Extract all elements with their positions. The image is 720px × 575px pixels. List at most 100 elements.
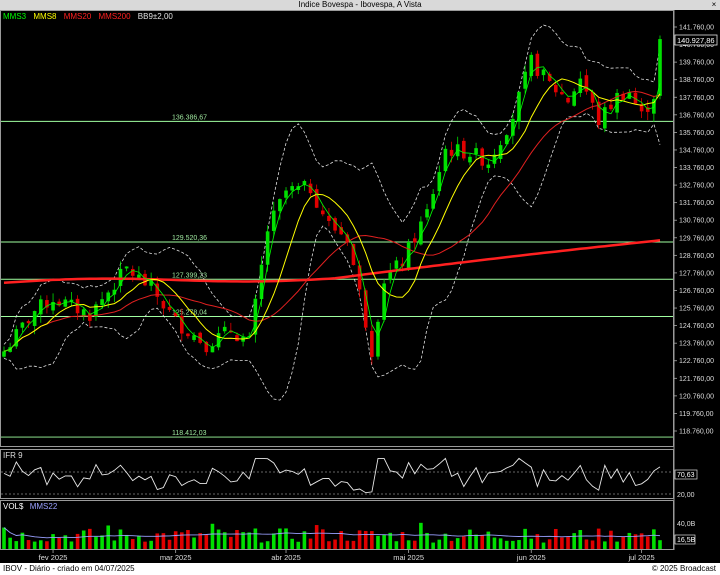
mms8-line — [3, 78, 661, 352]
volume-bar — [566, 536, 570, 549]
y-tick-label: 128.760,00 — [679, 253, 714, 260]
price-level-label: 129.520,36 — [172, 235, 207, 242]
volume-bar — [130, 539, 135, 549]
volume-bar — [455, 538, 460, 549]
volume-bar — [88, 528, 92, 549]
y-tick-label: 127.760,00 — [679, 270, 714, 277]
x-tick-label: mai 2025 — [393, 553, 424, 562]
candle-body — [412, 238, 417, 243]
volume-bar — [394, 541, 399, 549]
volume-bar — [480, 535, 485, 549]
y-tick-label: 139.760,00 — [679, 60, 714, 67]
volume-bar — [75, 533, 80, 549]
volume-bar — [81, 530, 86, 549]
volume-bar — [603, 541, 607, 549]
volume-bar — [69, 541, 74, 549]
candle-body — [20, 322, 25, 328]
candle-body — [376, 321, 380, 357]
candle-body — [290, 186, 294, 191]
volume-bar — [382, 534, 386, 549]
candle-body — [26, 321, 31, 324]
candle-body — [278, 199, 282, 212]
volume-bar — [486, 531, 491, 549]
price-chart[interactable]: 136.386,67129.520,36127.399,23125.278,04… — [0, 0, 720, 575]
volume-bar — [314, 525, 319, 549]
volume-bar — [302, 531, 307, 549]
y-tick-label: 126.760,00 — [679, 288, 714, 295]
candle-body — [388, 271, 393, 281]
volume-bar — [296, 541, 301, 549]
candle-body — [474, 148, 478, 155]
volume-bar — [235, 530, 239, 549]
volume-bar — [363, 530, 368, 549]
volume-bar — [462, 536, 466, 549]
volume-bar — [192, 537, 196, 549]
mms200-line — [3, 239, 661, 284]
candle-body — [186, 333, 190, 337]
candle-body — [2, 351, 6, 357]
ifr-panel-label: IFR 9 — [3, 451, 23, 460]
price-level-label: 118.412,03 — [172, 430, 207, 437]
candle-body — [431, 194, 435, 209]
volume-bar — [51, 534, 55, 549]
last-price-marker: 140.927,86 — [674, 34, 718, 46]
x-tick-label: abr 2025 — [271, 553, 301, 562]
volume-bar — [149, 540, 153, 549]
volume-bar — [504, 540, 509, 549]
y-tick-label: 137.760,00 — [679, 95, 714, 102]
volume-bar — [517, 540, 521, 549]
time-x-axis: fev 2025 mar 2025 abr 2025 mai 2025 jun 2025… — [39, 550, 655, 562]
x-tick-label: mar 2025 — [160, 553, 192, 562]
y-tick-label: 136.760,00 — [679, 112, 714, 119]
vol-last-value: 16,5B — [677, 537, 696, 544]
candle-body — [222, 326, 227, 332]
ifr-level-20-label: 20,00 — [677, 492, 695, 499]
candle-body — [553, 84, 558, 93]
volume-bar — [204, 534, 209, 549]
volume-bar — [32, 541, 37, 549]
volume-bar — [284, 528, 288, 549]
volume-bar — [57, 537, 61, 549]
volume-bar — [143, 541, 147, 549]
x-tick-label: jul 2025 — [627, 553, 654, 562]
candle-body — [357, 265, 362, 290]
panel-frames — [0, 10, 675, 550]
volume-bar — [596, 528, 601, 549]
ifr-line — [3, 457, 661, 494]
candle-body — [560, 92, 564, 95]
volume-bar — [590, 540, 595, 549]
volume-bar — [321, 529, 325, 549]
volume-bar — [94, 536, 98, 549]
candle-body — [541, 69, 546, 76]
volume-bar — [112, 540, 117, 549]
volume-bar — [8, 537, 12, 549]
volume-bar — [615, 541, 619, 549]
candle-body — [425, 209, 429, 218]
volume-bar — [253, 528, 258, 549]
y-tick-label: 120.760,00 — [679, 393, 714, 400]
footer-left: IBOV - Diário - criado em 04/07/2025 — [3, 564, 135, 573]
price-panel-frame — [0, 10, 674, 447]
candle-body — [517, 91, 521, 122]
candle-body — [523, 71, 527, 89]
y-tick-label: 129.760,00 — [679, 235, 714, 242]
volume-bar — [553, 528, 558, 549]
price-levels: 136.386,67129.520,36127.399,23125.278,04… — [1, 114, 673, 438]
volume-bar — [492, 537, 497, 549]
volume-bar — [271, 533, 276, 549]
volume-bar — [259, 542, 264, 549]
volume-bar — [2, 527, 6, 549]
vol-top-value: 40,0B — [677, 521, 696, 528]
volume-bar — [498, 538, 503, 549]
volume-bar — [173, 531, 178, 549]
status-footer: IBOV - Diário - criado em 04/07/2025 © 2… — [0, 563, 720, 575]
y-tick-label: 141.760,00 — [679, 25, 714, 32]
y-tick-label: 125.760,00 — [679, 306, 714, 313]
candle-body — [566, 97, 570, 103]
volume-bar — [241, 532, 245, 549]
candle-body — [462, 140, 466, 159]
footer-right: © 2025 Broadcast — [651, 564, 716, 573]
volume-bar — [572, 533, 576, 549]
volume-bar — [357, 530, 362, 549]
volume-bar — [621, 536, 626, 549]
